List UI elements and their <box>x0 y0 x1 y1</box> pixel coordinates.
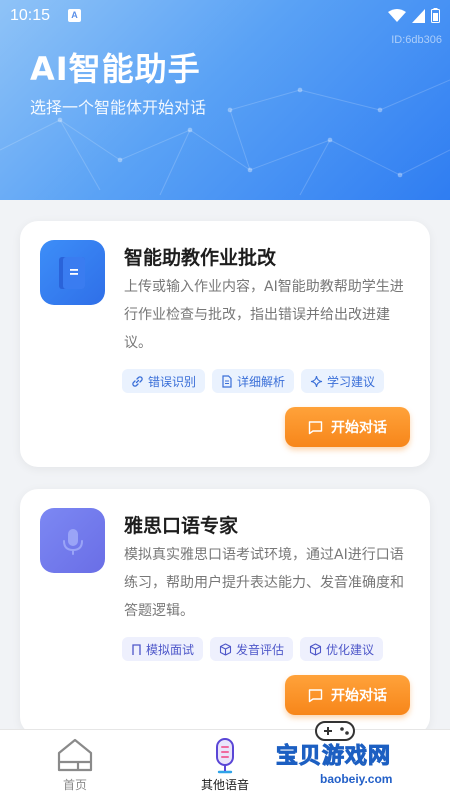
status-indicators <box>388 8 440 23</box>
tag: 模拟面试 <box>122 637 204 661</box>
watermark-url: baobeiy.com <box>320 772 393 786</box>
tag-list: 模拟面试 发音评估 优化建议 <box>122 637 384 661</box>
cube-icon <box>309 642 322 656</box>
tag: 学习建议 <box>301 369 385 393</box>
agent-card-homework[interactable]: 智能助教作业批改 上传或输入作业内容，AI智能助教帮助学生进行作业检查与批改，指… <box>20 221 430 467</box>
tag-label: 学习建议 <box>327 374 376 389</box>
nav-other-voice-label: 其他语音 <box>200 778 249 792</box>
start-chat-button[interactable]: 开始对话 <box>285 675 410 715</box>
tag-label: 发音评估 <box>236 642 285 657</box>
tag: 发音评估 <box>210 637 294 661</box>
tag-label: 详细解析 <box>237 374 286 389</box>
tag-label: 优化建议 <box>326 642 375 657</box>
home-icon <box>57 738 93 772</box>
link-icon <box>132 375 143 387</box>
agent-title: 雅思口语专家 <box>124 515 239 537</box>
cube-icon <box>219 642 232 656</box>
microphone-icon <box>40 508 105 573</box>
agent-description: 上传或输入作业内容，AI智能助教帮助学生进行作业检查与批改，指出错误并给出改进建… <box>124 279 404 351</box>
voice-icon <box>216 738 234 774</box>
agent-title: 智能助教作业批改 <box>124 247 277 269</box>
chat-bubble-icon <box>308 420 323 434</box>
tag-list: 错误识别 详细解析 学习建议 <box>122 369 385 393</box>
app-id: ID:6db306 <box>391 34 442 46</box>
tag-label: 错误识别 <box>148 374 197 389</box>
file-text-icon <box>222 374 232 388</box>
chat-bubble-icon <box>308 688 323 702</box>
watermark: 宝贝游戏网 baobeiy.com <box>270 718 430 798</box>
status-bar: 10:15 A <box>0 0 450 32</box>
start-chat-button[interactable]: 开始对话 <box>285 407 410 447</box>
sparkle-icon <box>310 375 323 387</box>
notification-a-icon: A <box>68 9 81 22</box>
header: 10:15 A ID:6db306 AI智能助手 选择一个智能体开始对话 <box>0 0 450 200</box>
document-icon <box>40 240 105 305</box>
tag: 错误识别 <box>122 369 206 393</box>
battery-icon <box>431 8 440 23</box>
page-title: AI智能助手 <box>30 50 201 88</box>
signal-icon <box>412 8 425 23</box>
bookmark-icon <box>132 643 141 655</box>
agent-card-ielts[interactable]: 雅思口语专家 模拟真实雅思口语考试环境，通过AI进行口语练习，帮助用户提升表达能… <box>20 489 430 735</box>
tag: 优化建议 <box>300 637 384 661</box>
nav-home-label: 首页 <box>62 778 87 792</box>
start-chat-label: 开始对话 <box>331 420 387 436</box>
nav-home[interactable]: 首页 <box>20 730 130 800</box>
start-chat-label: 开始对话 <box>331 688 387 704</box>
tag: 详细解析 <box>212 369 295 393</box>
status-time: 10:15 <box>10 7 51 24</box>
watermark-text: 宝贝游戏网 <box>275 744 392 770</box>
wifi-icon <box>388 8 406 22</box>
agent-description: 模拟真实雅思口语考试环境，通过AI进行口语练习，帮助用户提升表达能力、发音准确度… <box>124 547 404 619</box>
page-subtitle: 选择一个智能体开始对话 <box>30 98 207 117</box>
tag-label: 模拟面试 <box>146 642 195 657</box>
nav-other-voice[interactable]: 其他语音 <box>170 730 280 800</box>
